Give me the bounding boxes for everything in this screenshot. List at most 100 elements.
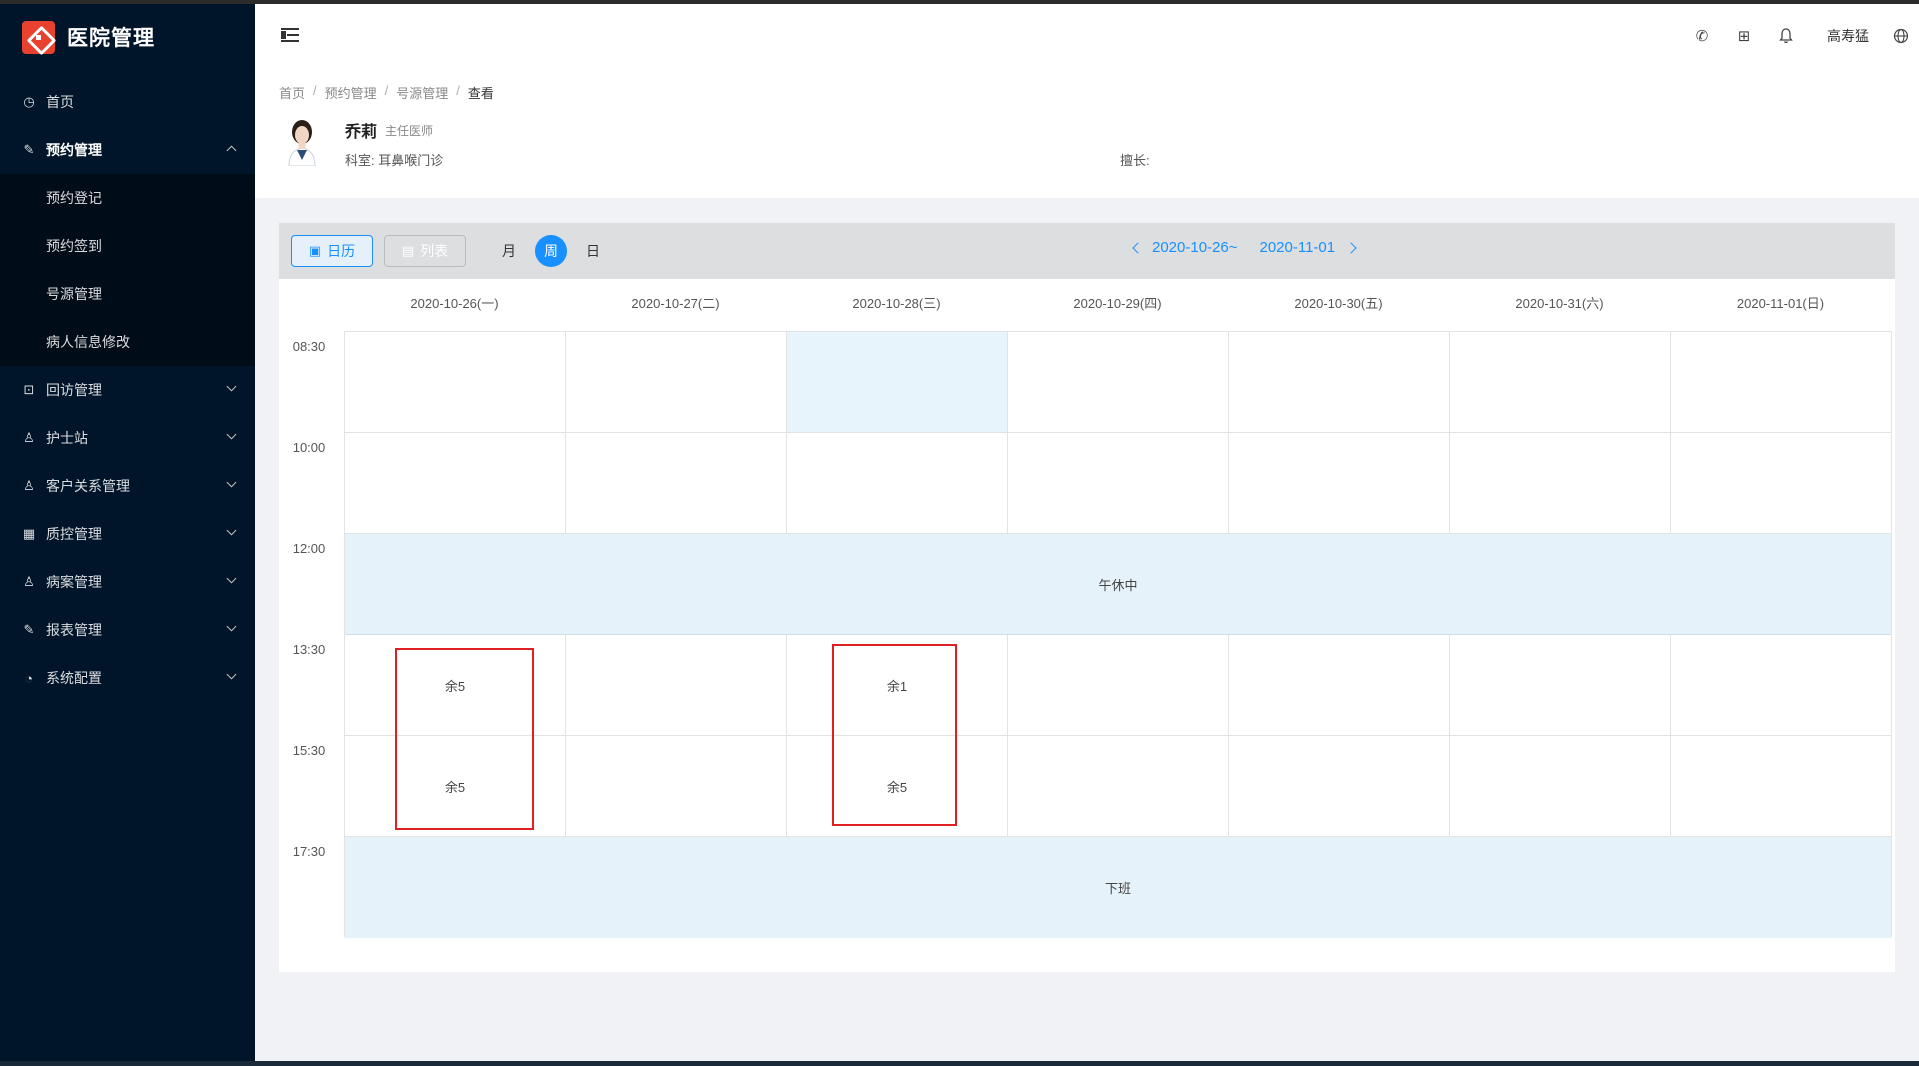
sidebar-item-label: 预约管理 <box>46 142 102 158</box>
menu-fold-icon[interactable] <box>281 28 299 42</box>
schedule-cell[interactable] <box>1450 736 1671 837</box>
logo[interactable]: 医院管理 <box>0 4 255 70</box>
schedule-cell[interactable] <box>566 635 787 736</box>
username[interactable]: 高寿猛 <box>1827 26 1869 46</box>
user-icon: ♙ <box>23 430 35 445</box>
submenu-item-patient-edit[interactable]: 病人信息修改 <box>0 318 255 366</box>
schedule-grid: 余5 余1 余5 余5 午休中 下班 <box>344 331 1892 938</box>
schedule-cell[interactable] <box>1229 635 1450 736</box>
globe-icon[interactable] <box>1883 4 1919 68</box>
chevron-down-icon <box>226 573 237 584</box>
schedule-cell[interactable] <box>1008 635 1229 736</box>
schedule-cell[interactable] <box>1229 736 1450 837</box>
schedule-cell[interactable] <box>1008 736 1229 837</box>
schedule-cell[interactable] <box>1229 433 1450 534</box>
sidebar-menu: ◷ 首页 ✎ 预约管理 预约登记 预约签到 号源管理 病人信息修改 ⊡ 回访管理… <box>0 78 255 702</box>
user-icon: ♙ <box>23 574 35 589</box>
dashboard-icon: ◔ <box>25 670 33 686</box>
schedule-cell[interactable] <box>1671 736 1892 837</box>
week-calendar: 2020-10-26(一) 2020-10-27(二) 2020-10-28(三) 2… <box>279 279 1895 972</box>
sidebar: 医院管理 ◷ 首页 ✎ 预约管理 预约登记 预约签到 号源管理 病人信息修改 ⊡… <box>0 4 255 1061</box>
calendar-view-label: 日历 <box>327 243 356 259</box>
schedule-cell[interactable] <box>1229 332 1450 433</box>
sidebar-item-quality[interactable]: ▦ 质控管理 <box>0 510 255 558</box>
time-label: 10:00 <box>292 440 326 455</box>
window-top-border <box>0 0 1919 4</box>
time-label: 12:00 <box>292 541 326 556</box>
day-header: 2020-11-01(日) <box>1736 296 1825 311</box>
breadcrumb: 首页 / 预约管理 / 号源管理 / 查看 <box>279 83 494 102</box>
schedule-cell[interactable] <box>1671 635 1892 736</box>
sidebar-item-records[interactable]: ♙ 病案管理 <box>0 558 255 606</box>
schedule-cell[interactable]: 余5 <box>345 635 566 736</box>
schedule-cell[interactable]: 余5 <box>345 736 566 837</box>
sidebar-item-label: 质控管理 <box>46 526 102 542</box>
chevron-down-icon <box>226 525 237 536</box>
calendar-toolbar: ▣ 日历 ▤ 列表 月 周 日 2020-10-26~ 2020-11-01 <box>279 223 1895 279</box>
breadcrumb-home[interactable]: 首页 <box>279 83 305 102</box>
schedule-cell[interactable] <box>787 433 1008 534</box>
remaining-slots: 余5 <box>886 779 908 795</box>
schedule-cell[interactable] <box>566 332 787 433</box>
submenu-item-checkin[interactable]: 预约签到 <box>0 222 255 270</box>
doctor-department: 科室: 耳鼻喉门诊 <box>345 153 444 168</box>
schedule-cell[interactable] <box>345 332 566 433</box>
sidebar-item-appointment[interactable]: ✎ 预约管理 <box>0 126 255 174</box>
submenu-item-slot-management[interactable]: 号源管理 <box>0 270 255 318</box>
sidebar-item-reports[interactable]: ✎ 报表管理 <box>0 606 255 654</box>
bell-icon[interactable] <box>1765 4 1807 68</box>
time-label: 17:30 <box>292 844 326 859</box>
schedule-cell[interactable] <box>566 736 787 837</box>
prev-week-icon[interactable] <box>1132 241 1144 254</box>
schedule-cell[interactable] <box>345 433 566 534</box>
breadcrumb-current: 查看 <box>467 86 494 101</box>
schedule-cell[interactable] <box>1450 332 1671 433</box>
sidebar-item-home[interactable]: ◷ 首页 <box>0 78 255 126</box>
breadcrumb-slot-management[interactable]: 号源管理 <box>396 83 448 102</box>
phone-icon[interactable]: ✆ <box>1681 4 1723 68</box>
schedule-cell[interactable] <box>566 433 787 534</box>
remaining-slots: 余5 <box>444 779 466 795</box>
edit-icon: ✎ <box>23 622 35 637</box>
view-week-button[interactable]: 周 <box>535 235 567 267</box>
schedule-cell[interactable] <box>787 332 1008 433</box>
next-week-icon[interactable] <box>1345 241 1357 254</box>
schedule-cell[interactable] <box>1450 635 1671 736</box>
schedule-cell[interactable] <box>1671 332 1892 433</box>
edit-icon: ✎ <box>23 142 35 157</box>
sidebar-item-label: 护士站 <box>46 430 88 446</box>
submenu-item-registration[interactable]: 预约登记 <box>0 174 255 222</box>
schedule-panel: ▣ 日历 ▤ 列表 月 周 日 2020-10-26~ 2020-11-01 2… <box>279 223 1895 972</box>
sidebar-item-followup[interactable]: ⊡ 回访管理 <box>0 366 255 414</box>
schedule-cell[interactable]: 余1 <box>787 635 1008 736</box>
lunch-break-band: 午休中 <box>345 534 1891 635</box>
schedule-cell[interactable] <box>1671 433 1892 534</box>
time-label: 15:30 <box>292 743 326 758</box>
view-month-button[interactable]: 月 <box>493 235 525 267</box>
chevron-down-icon <box>226 621 237 632</box>
time-label: 08:30 <box>292 339 326 354</box>
list-view-button[interactable]: ▤ 列表 <box>384 235 466 267</box>
sidebar-item-label: 回访管理 <box>46 382 102 398</box>
time-label: 13:30 <box>292 642 326 657</box>
doctor-name: 乔莉 <box>345 124 378 141</box>
breadcrumb-appointment[interactable]: 预约管理 <box>325 83 377 102</box>
schedule-cell[interactable]: 余5 <box>787 736 1008 837</box>
lock-icon: ⊡ <box>23 382 35 397</box>
calendar-view-button[interactable]: ▣ 日历 <box>291 235 373 267</box>
schedule-cell[interactable] <box>1008 433 1229 534</box>
view-day-button[interactable]: 日 <box>577 235 609 267</box>
window-bottom-border <box>0 1061 1919 1066</box>
schedule-cell[interactable] <box>1008 332 1229 433</box>
sidebar-item-crm[interactable]: ♙ 客户关系管理 <box>0 462 255 510</box>
apps-grid-icon[interactable]: ⊞ <box>1723 4 1765 68</box>
day-header: 2020-10-29(四) <box>1073 296 1162 311</box>
list-icon: ▤ <box>401 243 415 258</box>
sidebar-item-label: 报表管理 <box>46 622 102 638</box>
remaining-slots: 余5 <box>444 678 466 694</box>
day-header: 2020-10-27(二) <box>631 296 720 311</box>
schedule-cell[interactable] <box>1450 433 1671 534</box>
app-name: 医院管理 <box>67 27 155 50</box>
sidebar-item-settings[interactable]: ◔ 系统配置 <box>0 654 255 702</box>
sidebar-item-nurse-station[interactable]: ♙ 护士站 <box>0 414 255 462</box>
